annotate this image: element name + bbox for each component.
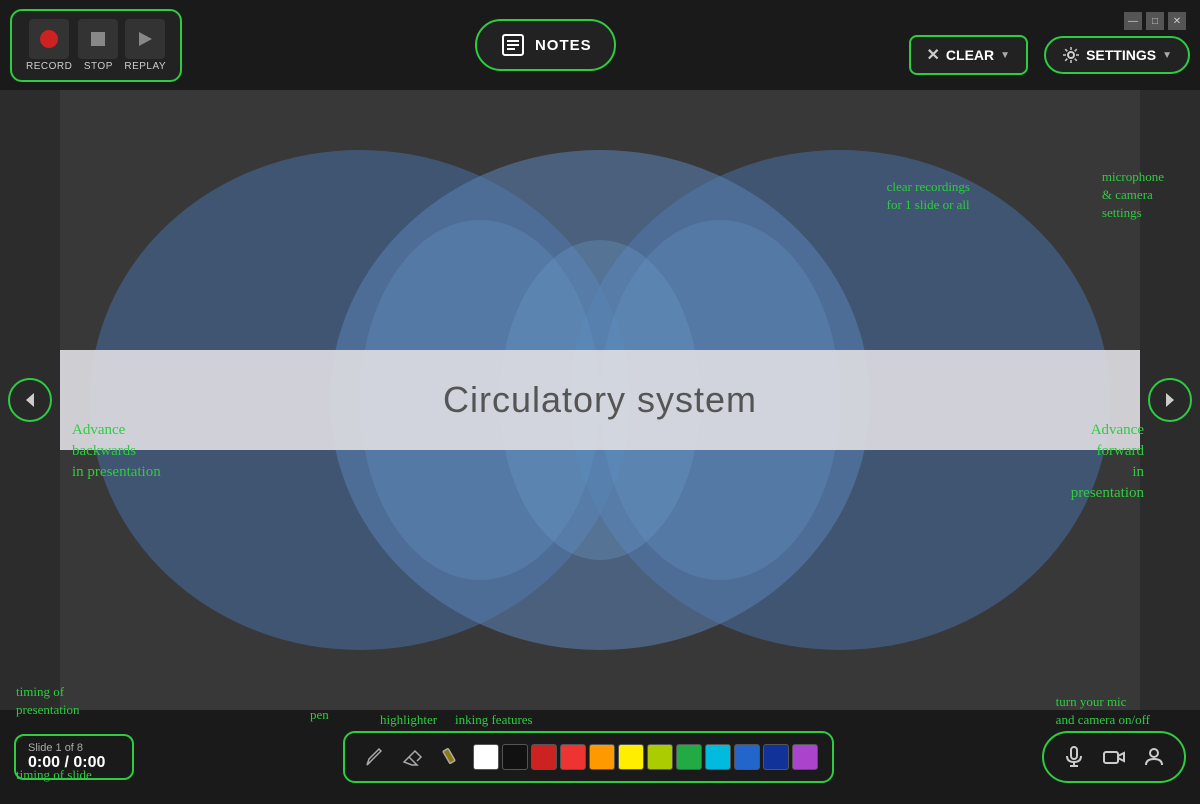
camera-icon [1102,745,1126,769]
record-label: RECORD [26,61,72,72]
media-controls [1042,731,1186,783]
pen-icon [363,745,387,769]
notes-button[interactable]: NOTES [475,19,616,71]
highlighter-icon [439,745,463,769]
color-swatch-0[interactable] [473,744,499,770]
prev-slide-button[interactable] [8,378,52,422]
color-swatch-7[interactable] [676,744,702,770]
record-button[interactable] [29,19,69,59]
top-bar: RECORD STOP REPLAY [0,0,1200,90]
mic-icon [1062,745,1086,769]
pen-tool-button[interactable] [359,741,391,773]
color-swatch-6[interactable] [647,744,673,770]
color-palette [473,744,818,770]
camera-button[interactable] [1098,741,1130,773]
color-swatch-1[interactable] [502,744,528,770]
top-center: NOTES [475,19,616,71]
bottom-bar: Slide 1 of 8 0:00 / 0:00 [0,710,1200,804]
clear-dropdown-icon: ▼ [1000,50,1010,61]
replay-label: REPLAY [124,61,166,72]
mic-button[interactable] [1058,741,1090,773]
maximize-button[interactable]: □ [1146,12,1164,30]
slide-title-band: Circulatory system [60,350,1140,450]
color-swatch-2[interactable] [531,744,557,770]
replay-button[interactable] [125,19,165,59]
color-swatch-4[interactable] [589,744,615,770]
record-controls-group: RECORD STOP REPLAY [10,9,182,82]
inking-tools [343,731,834,783]
eraser-icon [401,745,425,769]
color-swatch-10[interactable] [763,744,789,770]
slide-number: Slide 1 of 8 [28,742,120,754]
settings-dropdown-icon: ▼ [1162,50,1172,61]
next-slide-button[interactable] [1148,378,1192,422]
highlighter-tool-button[interactable] [435,741,467,773]
color-swatch-8[interactable] [705,744,731,770]
slide-area: Circulatory system Advance backwards in … [0,90,1200,710]
settings-label: SETTINGS [1086,47,1156,63]
clear-x-icon: ✕ [927,45,940,65]
user-icon [1142,745,1166,769]
settings-icon [1062,46,1080,64]
slide-title: Circulatory system [443,379,757,421]
chevron-right-icon [1161,391,1179,409]
clear-label: CLEAR [946,47,994,63]
chevron-left-icon [21,391,39,409]
color-swatch-9[interactable] [734,744,760,770]
slide-info-box: Slide 1 of 8 0:00 / 0:00 [14,734,134,780]
color-swatch-5[interactable] [618,744,644,770]
minimize-button[interactable]: — [1124,12,1142,30]
stop-button[interactable] [78,19,118,59]
eraser-tool-button[interactable] [397,741,429,773]
color-swatch-3[interactable] [560,744,586,770]
notes-icon [499,31,527,59]
clear-button[interactable]: ✕ CLEAR ▼ [909,35,1029,75]
notes-label: NOTES [535,37,592,54]
top-right-controls: — □ ✕ ✕ CLEAR ▼ SETTINGS ▼ [909,15,1190,75]
stop-label: STOP [84,61,113,72]
close-button[interactable]: ✕ [1168,12,1186,30]
settings-button[interactable]: SETTINGS ▼ [1044,36,1190,74]
color-swatch-11[interactable] [792,744,818,770]
slide-time: 0:00 / 0:00 [28,754,120,772]
user-button[interactable] [1138,741,1170,773]
